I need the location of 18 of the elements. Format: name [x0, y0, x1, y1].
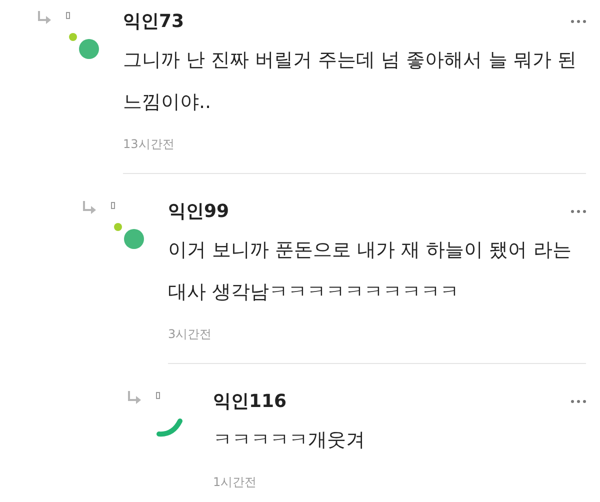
- small-square-icon: [156, 392, 160, 399]
- comment-text: 이거 보니까 푼돈으로 내가 재 하늘이 됐어 라는 대사 생각남ㅋㅋㅋㅋㅋㅋㅋㅋㅋㅋ: [168, 238, 572, 305]
- small-square-icon: [111, 202, 115, 209]
- comment-text: ㅋㅋㅋㅋㅋ개웃겨: [213, 428, 366, 453]
- small-square-icon: [66, 12, 70, 19]
- reply-arrow-icon: [83, 200, 97, 214]
- author-name: 익인99: [168, 200, 230, 224]
- author-name: 익인116: [213, 390, 287, 414]
- more-icon[interactable]: [571, 400, 586, 403]
- comment-time: 3시간전: [168, 326, 213, 343]
- more-icon[interactable]: [571, 20, 586, 23]
- more-icon[interactable]: [571, 210, 586, 213]
- comment-time: 1시간전: [213, 474, 258, 491]
- author-name: 익인73: [123, 10, 184, 34]
- comment-time: 13시간전: [123, 136, 176, 153]
- comment-text: 그니까 난 진짜 버릴거 주는데 넘 좋아해서 늘 뭐가 된 느낌이야..: [123, 48, 578, 115]
- reply-arrow-icon: [128, 390, 142, 404]
- reply-arrow-icon: [38, 10, 52, 24]
